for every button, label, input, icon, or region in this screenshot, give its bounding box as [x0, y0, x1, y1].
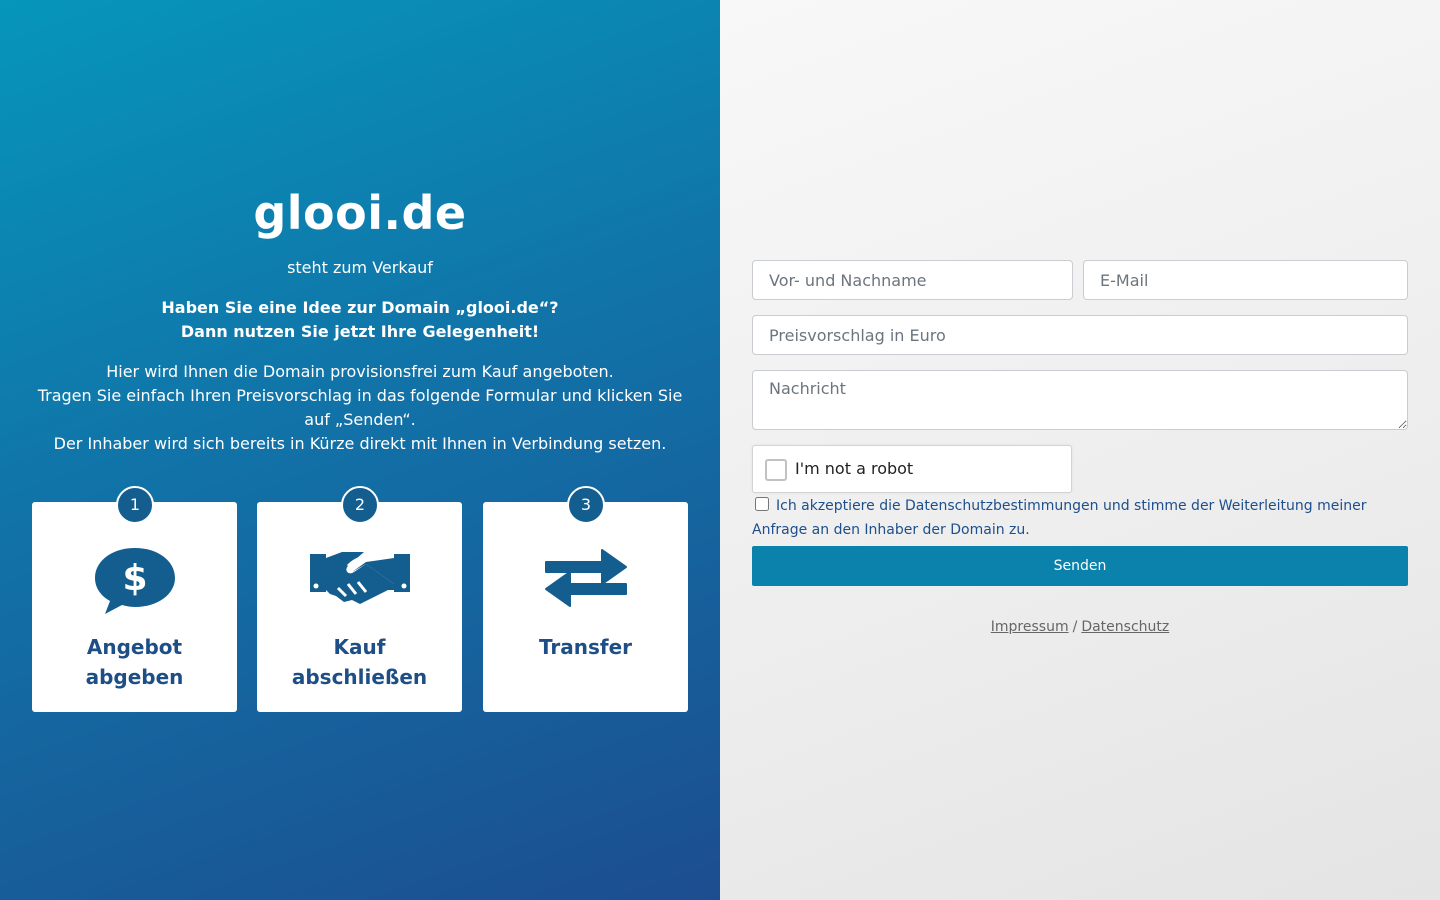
step-label-line-1: Transfer	[538, 635, 633, 659]
step-card-purchase: 2 Kauf abschließen	[257, 486, 462, 712]
captcha-checkbox[interactable]	[765, 459, 787, 481]
sale-subtitle: steht zum Verkauf	[287, 258, 433, 277]
captcha-label: I'm not a robot	[795, 459, 914, 478]
email-input[interactable]	[1083, 260, 1408, 300]
step-label-line-1: Kauf	[333, 635, 386, 659]
step-number: 3	[567, 486, 605, 524]
captcha-widget: I'm not a robot	[752, 445, 1072, 493]
datenschutz-link[interactable]: Datenschutz	[1081, 619, 1169, 635]
consent-row: Ich akzeptiere die Datenschutzbestimmung…	[752, 494, 1408, 542]
svg-text:$: $	[122, 558, 147, 599]
price-input[interactable]	[752, 315, 1408, 355]
description: Hier wird Ihnen die Domain provisionsfre…	[30, 360, 690, 456]
domain-title: glooi.de	[253, 186, 467, 240]
transfer-arrows-icon	[483, 544, 688, 620]
steps: 1 $ Angebot abgeben 2 Kauf abschließen 3…	[32, 486, 688, 712]
consent-checkbox[interactable]	[755, 497, 769, 511]
message-textarea[interactable]	[752, 370, 1408, 430]
step-label-line-2: abgeben	[85, 665, 184, 689]
step-number: 1	[116, 486, 154, 524]
form-panel: I'm not a robot Ich akzeptiere die Daten…	[720, 0, 1440, 900]
step-label-line-1: Angebot	[86, 635, 183, 659]
footer-separator: /	[1072, 619, 1078, 635]
step-label: Transfer	[483, 632, 688, 662]
description-line-2: Tragen Sie einfach Ihren Preisvorschlag …	[37, 386, 683, 429]
dollar-speech-bubble-icon: $	[32, 544, 237, 620]
step-label: Kauf abschließen	[257, 632, 462, 692]
step-label: Angebot abgeben	[32, 632, 237, 692]
step-card-offer: 1 $ Angebot abgeben	[32, 486, 237, 712]
step-number: 2	[341, 486, 379, 524]
consent-text: Ich akzeptiere die Datenschutzbestimmung…	[752, 498, 1367, 538]
handshake-icon	[257, 544, 462, 620]
description-line-1: Hier wird Ihnen die Domain provisionsfre…	[106, 362, 614, 381]
headline: Haben Sie eine Idee zur Domain „glooi.de…	[0, 296, 720, 344]
hero-panel: glooi.de steht zum Verkauf Haben Sie ein…	[0, 0, 720, 900]
impressum-link[interactable]: Impressum	[991, 619, 1069, 635]
step-card-transfer: 3 Transfer	[483, 486, 688, 712]
headline-line-2: Dann nutzen Sie jetzt Ihre Gelegenheit!	[180, 322, 540, 341]
description-line-3: Der Inhaber wird sich bereits in Kürze d…	[53, 434, 667, 453]
submit-button[interactable]: Senden	[752, 546, 1408, 586]
name-input[interactable]	[752, 260, 1073, 300]
headline-line-1: Haben Sie eine Idee zur Domain „glooi.de…	[161, 298, 559, 317]
footer-links: Impressum / Datenschutz	[720, 619, 1440, 635]
step-label-line-2: abschließen	[291, 665, 428, 689]
